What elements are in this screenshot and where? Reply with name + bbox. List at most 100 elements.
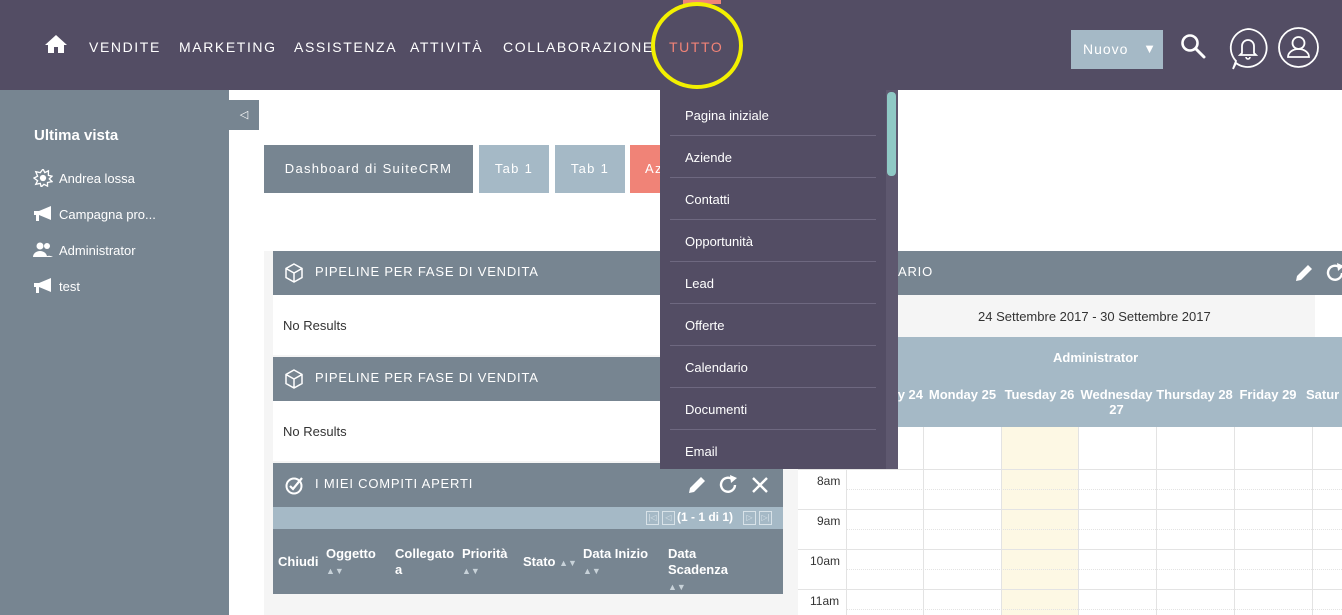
tab-1-second[interactable]: Tab 1 xyxy=(555,145,625,193)
edit-icon[interactable] xyxy=(686,474,708,496)
day-header[interactable]: Satur xyxy=(1306,387,1342,402)
sort-icon: ▲▼ xyxy=(668,582,686,592)
day-header[interactable]: Friday 29 xyxy=(1234,387,1302,402)
grid-line xyxy=(1156,427,1157,615)
hour-label: 9am xyxy=(817,514,841,528)
menu-divider xyxy=(670,219,876,220)
last-page-button[interactable]: ▷| xyxy=(759,511,772,525)
tab-az[interactable]: Az xyxy=(630,145,660,193)
nav-vendite[interactable]: VENDITE xyxy=(89,39,161,55)
dropdown-scrollbar-thumb[interactable] xyxy=(887,92,896,176)
tab-1[interactable]: Tab 1 xyxy=(479,145,549,193)
menu-item-calendario[interactable]: Calendario xyxy=(685,360,748,375)
new-button[interactable]: Nuovo ▼ xyxy=(1071,30,1163,69)
edit-icon[interactable] xyxy=(1293,262,1315,284)
dashlet-title: PIPELINE PER FASE DI VENDITA xyxy=(315,264,539,279)
column-header[interactable]: Data Scadenza ▲▼ xyxy=(668,546,748,595)
recent-item[interactable]: test xyxy=(33,276,80,296)
megaphone-icon xyxy=(34,278,51,293)
grid-line xyxy=(846,569,1342,570)
nav-collaborazione[interactable]: COLLABORAZIONE xyxy=(503,39,654,55)
nav-marketing[interactable]: MARKETING xyxy=(179,39,277,55)
menu-divider xyxy=(670,345,876,346)
no-results-text: No Results xyxy=(283,424,347,439)
column-header[interactable]: Collegato a xyxy=(395,546,455,578)
top-navigation-bar: VENDITE MARKETING ASSISTENZA ATTIVITÀ CO… xyxy=(0,0,1342,90)
dashlet-header-pipeline: PIPELINE PER FASE DI VENDITA xyxy=(273,357,660,401)
dashlet-header-tasks: I MIEI COMPITI APERTI xyxy=(273,463,783,507)
column-header[interactable]: Stato ▲▼ xyxy=(523,554,577,571)
nav-assistenza[interactable]: ASSISTENZA xyxy=(294,39,397,55)
column-label: Data Inizio xyxy=(583,546,649,561)
column-label: Priorità xyxy=(462,546,508,561)
prev-page-button[interactable]: ◁ xyxy=(662,511,675,525)
grid-line xyxy=(1078,427,1079,615)
user-icon[interactable] xyxy=(1277,26,1320,69)
menu-item-contatti[interactable]: Contatti xyxy=(685,192,730,207)
menu-item-home[interactable]: Pagina iniziale xyxy=(685,108,769,123)
recent-item[interactable]: Andrea lossa xyxy=(33,168,135,188)
tab-dashboard[interactable]: Dashboard di SuiteCRM xyxy=(264,145,473,193)
hour-label: 11am xyxy=(810,594,840,608)
sidebar-collapse-button[interactable]: ◁ xyxy=(229,100,259,130)
calendar-title: ARIO xyxy=(898,264,933,279)
menu-item-aziende[interactable]: Aziende xyxy=(685,150,732,165)
no-results-text: No Results xyxy=(283,318,347,333)
sort-icon: ▲▼ xyxy=(583,566,601,576)
dashlet-header-pipeline: PIPELINE PER FASE DI VENDITA xyxy=(273,251,660,295)
dashlet-title: I MIEI COMPITI APERTI xyxy=(315,476,474,491)
close-icon[interactable] xyxy=(749,474,771,496)
menu-divider xyxy=(670,429,876,430)
grid-line xyxy=(846,609,1342,610)
recent-item[interactable]: Campagna pro... xyxy=(33,204,156,224)
grid-line xyxy=(798,549,1342,550)
grid-line xyxy=(923,427,924,615)
menu-item-opportunita[interactable]: Opportunità xyxy=(685,234,753,249)
menu-item-documenti[interactable]: Documenti xyxy=(685,402,747,417)
sort-icon: ▲▼ xyxy=(462,566,480,576)
menu-divider xyxy=(670,135,876,136)
menu-divider xyxy=(670,177,876,178)
nav-attivita[interactable]: ATTIVITÀ xyxy=(410,39,483,55)
column-label: Stato xyxy=(523,554,556,569)
menu-item-offerte[interactable]: Offerte xyxy=(685,318,725,333)
grid-line xyxy=(846,529,1342,530)
home-icon[interactable] xyxy=(44,33,68,55)
grid-line xyxy=(798,469,1342,470)
search-icon[interactable] xyxy=(1180,33,1206,59)
column-label: Oggetto xyxy=(326,546,376,561)
recent-item-label: Campagna pro... xyxy=(59,206,156,222)
menu-divider xyxy=(670,387,876,388)
column-header[interactable]: Priorità ▲▼ xyxy=(462,546,508,579)
menu-item-lead[interactable]: Lead xyxy=(685,276,714,291)
users-icon xyxy=(33,242,53,257)
grid-line xyxy=(1312,427,1313,615)
grid-line xyxy=(798,589,1342,590)
menu-divider xyxy=(670,261,876,262)
day-header[interactable]: Thursday 28 xyxy=(1156,387,1233,402)
bell-icon[interactable] xyxy=(1227,27,1269,71)
first-page-button[interactable]: |◁ xyxy=(646,511,659,525)
next-page-button[interactable]: ▷ xyxy=(743,511,756,525)
cube-icon xyxy=(285,263,303,283)
column-header[interactable]: Oggetto ▲▼ xyxy=(326,546,376,579)
refresh-icon[interactable] xyxy=(1324,262,1342,284)
dashlet-body: No Results xyxy=(273,295,660,355)
grid-line xyxy=(1001,427,1002,615)
calendar-user-name: Administrator xyxy=(1053,350,1139,365)
day-header[interactable]: Monday 25 xyxy=(924,387,1001,402)
recent-item[interactable]: Administrator xyxy=(33,240,136,260)
column-header[interactable]: Chiudi xyxy=(278,554,318,570)
caret-down-icon: ▼ xyxy=(1143,41,1157,56)
grid-line xyxy=(1234,427,1235,615)
task-icon xyxy=(285,477,303,495)
column-header[interactable]: Data Inizio ▲▼ xyxy=(583,546,648,579)
menu-item-email[interactable]: Email xyxy=(685,444,718,459)
pagination-text: (1 - 1 di 1) xyxy=(676,510,733,524)
recent-item-label: Andrea lossa xyxy=(59,170,135,186)
hour-label: 8am xyxy=(817,474,841,488)
recent-item-label: test xyxy=(59,278,80,294)
day-header[interactable]: Tuesday 26 xyxy=(1001,387,1078,402)
day-header[interactable]: Wednesday 27 xyxy=(1078,387,1155,417)
refresh-icon[interactable] xyxy=(717,474,739,496)
